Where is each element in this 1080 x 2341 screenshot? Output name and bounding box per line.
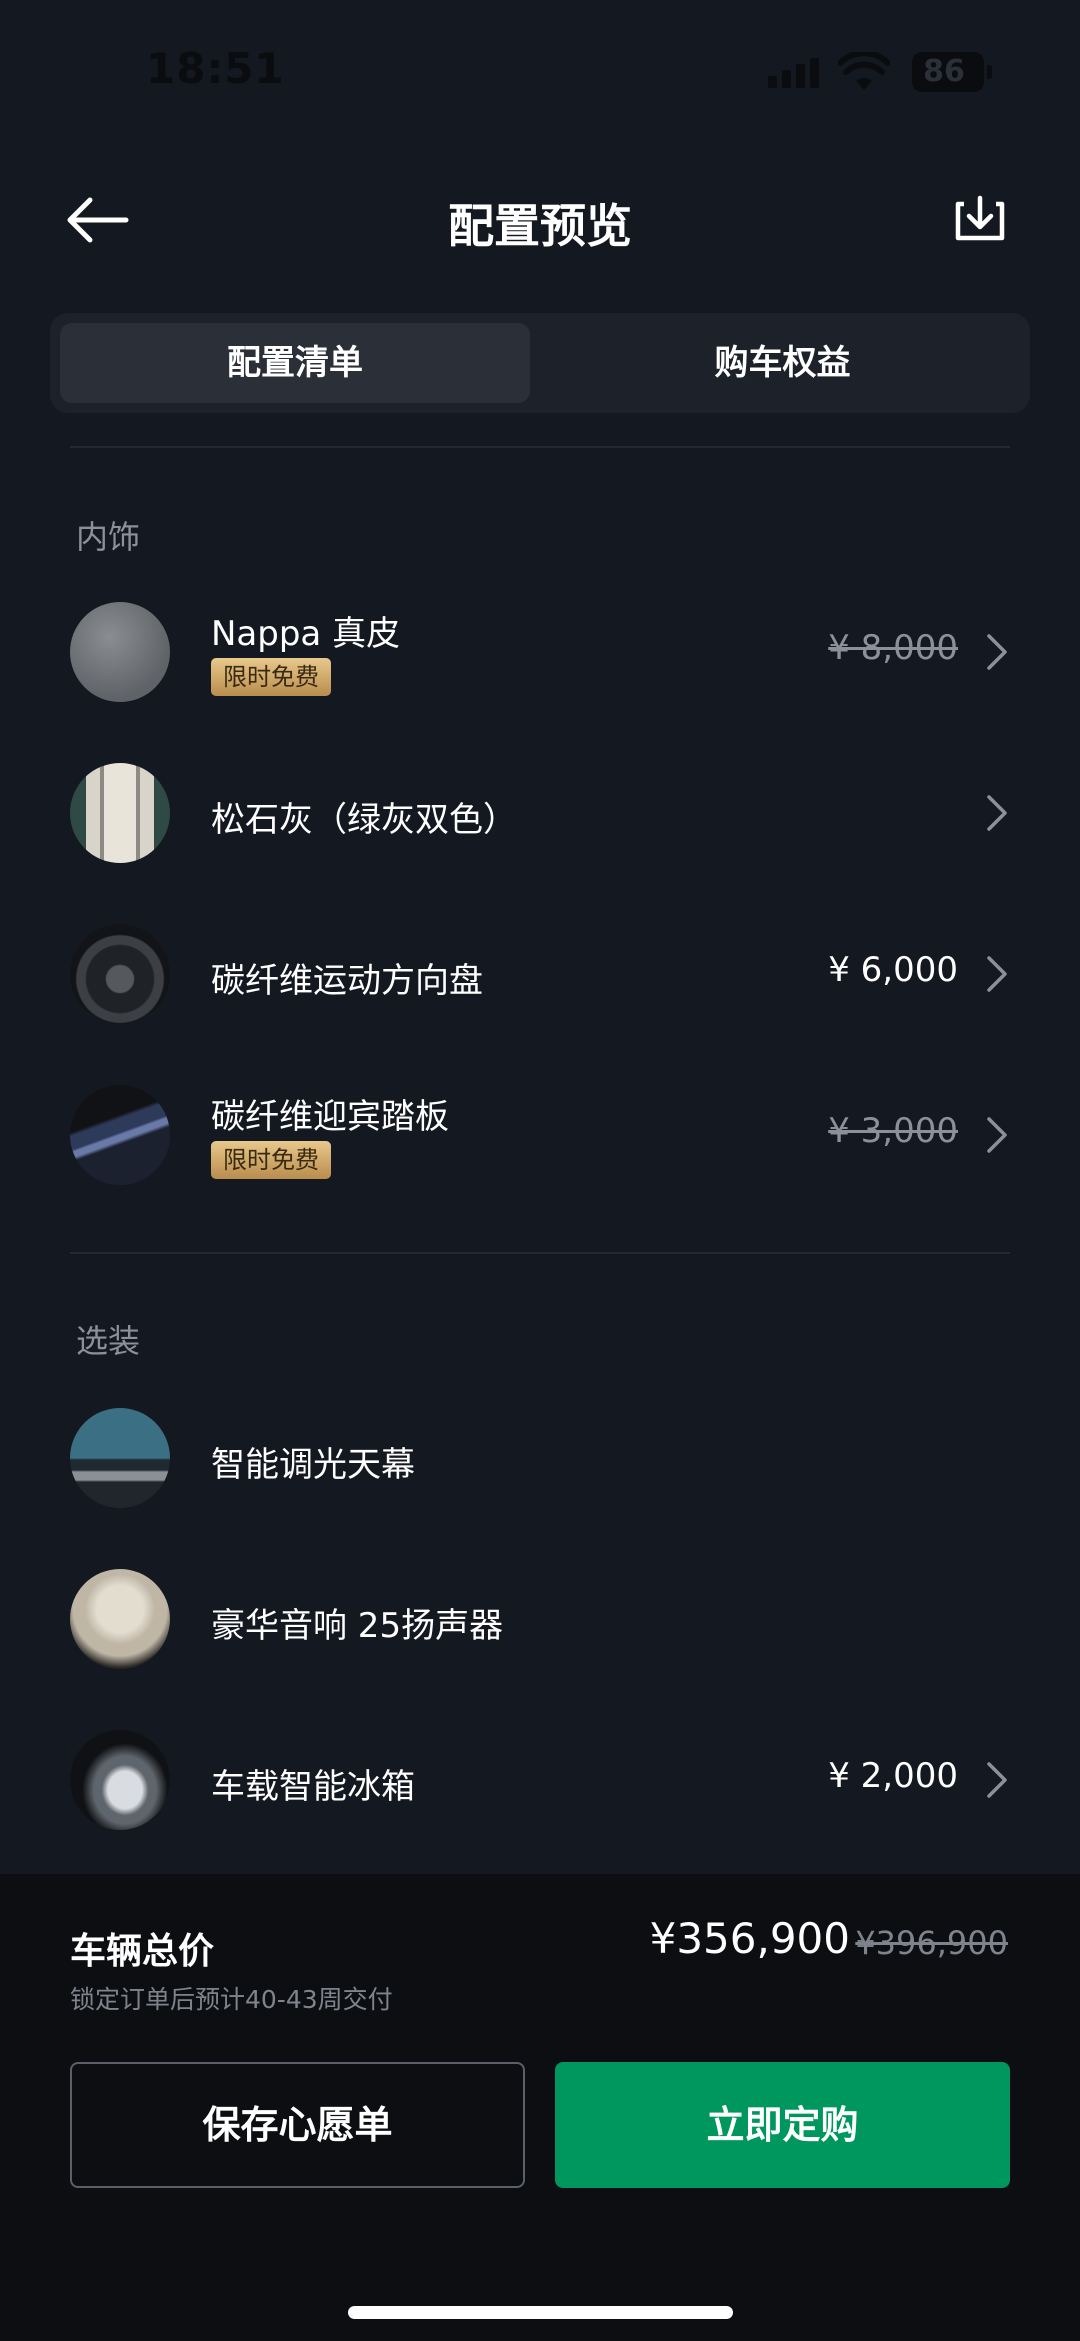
list-item-steering-wheel[interactable]: 碳纤维运动方向盘 ¥ 6,000 — [0, 898, 1080, 1048]
battery-level: 86 — [923, 54, 965, 89]
sunroof-thumbnail — [70, 1408, 170, 1508]
item-price: ¥ 2,000 — [828, 1756, 958, 1796]
divider — [70, 446, 1010, 448]
item-price: ¥ 3,000 — [828, 1111, 958, 1151]
tab-purchase-benefits[interactable]: 购车权益 — [545, 323, 1020, 403]
delivery-estimate: 锁定订单后预计40-43周交付 — [70, 1985, 393, 2014]
original-price: ¥396,900 — [855, 1924, 1008, 1962]
chevron-right-icon — [987, 1117, 1007, 1153]
item-name: 碳纤维运动方向盘 — [211, 961, 483, 1001]
save-wishlist-button[interactable]: 保存心愿单 — [70, 2062, 525, 2188]
item-name: Nappa 真皮 — [211, 614, 401, 654]
signal-icon — [768, 58, 820, 88]
color-swatch-thumbnail — [70, 763, 170, 863]
nav-bar: 配置预览 — [0, 170, 1080, 270]
chevron-right-icon — [987, 1762, 1007, 1798]
chevron-right-icon — [987, 795, 1007, 831]
chevron-right-icon — [987, 956, 1007, 992]
page-title: 配置预览 — [448, 199, 632, 253]
item-name: 松石灰（绿灰双色） — [211, 800, 517, 840]
tab-config-list[interactable]: 配置清单 — [60, 323, 530, 403]
list-item-smart-fridge[interactable]: 车载智能冰箱 ¥ 2,000 — [0, 1704, 1080, 1854]
free-badge: 限时免费 — [211, 1141, 331, 1179]
list-item-nappa-leather[interactable]: Nappa 真皮 限时免费 ¥ 8,000 — [0, 576, 1080, 726]
home-indicator[interactable] — [348, 2306, 733, 2319]
total-price-label: 车辆总价 — [70, 1931, 215, 1972]
item-price: ¥ 8,000 — [828, 628, 958, 668]
fridge-thumbnail — [70, 1730, 170, 1830]
bottom-action-bar: 车辆总价 锁定订单后预计40-43周交付 ¥356,900 ¥396,900 保… — [0, 1874, 1080, 2341]
segmented-tabs: 配置清单 购车权益 — [50, 313, 1030, 413]
item-name: 碳纤维迎宾踏板 — [211, 1097, 449, 1137]
door-sill-thumbnail — [70, 1085, 170, 1185]
item-name: 智能调光天幕 — [211, 1445, 415, 1485]
section-title-options: 选装 — [76, 1322, 141, 1360]
total-price: ¥356,900 — [649, 1914, 850, 1963]
leather-thumbnail — [70, 602, 170, 702]
item-name: 豪华音响 25扬声器 — [211, 1606, 504, 1646]
item-price: ¥ 6,000 — [828, 950, 958, 990]
download-icon[interactable] — [950, 188, 1010, 252]
order-now-button[interactable]: 立即定购 — [555, 2062, 1010, 2188]
speaker-thumbnail — [70, 1569, 170, 1669]
list-item-color-scheme[interactable]: 松石灰（绿灰双色） — [0, 737, 1080, 887]
status-bar: 18:51 86 — [0, 0, 1080, 130]
status-time: 18:51 — [146, 44, 285, 93]
list-item-door-sill[interactable]: 碳纤维迎宾踏板 限时免费 ¥ 3,000 — [0, 1059, 1080, 1209]
section-title-interior: 内饰 — [76, 518, 141, 556]
config-preview-screen: 18:51 86 配置预览 配置清单 购车权益 内饰 Nappa 真皮 限时免费… — [0, 0, 1080, 2341]
wifi-icon — [838, 52, 890, 90]
list-item-smart-sunroof[interactable]: 智能调光天幕 — [0, 1382, 1080, 1532]
steering-wheel-thumbnail — [70, 924, 170, 1024]
item-name: 车载智能冰箱 — [211, 1767, 415, 1807]
list-item-premium-audio[interactable]: 豪华音响 25扬声器 — [0, 1543, 1080, 1693]
free-badge: 限时免费 — [211, 658, 331, 696]
chevron-right-icon — [987, 634, 1007, 670]
battery-icon: 86 — [912, 52, 992, 92]
divider — [70, 1252, 1010, 1254]
